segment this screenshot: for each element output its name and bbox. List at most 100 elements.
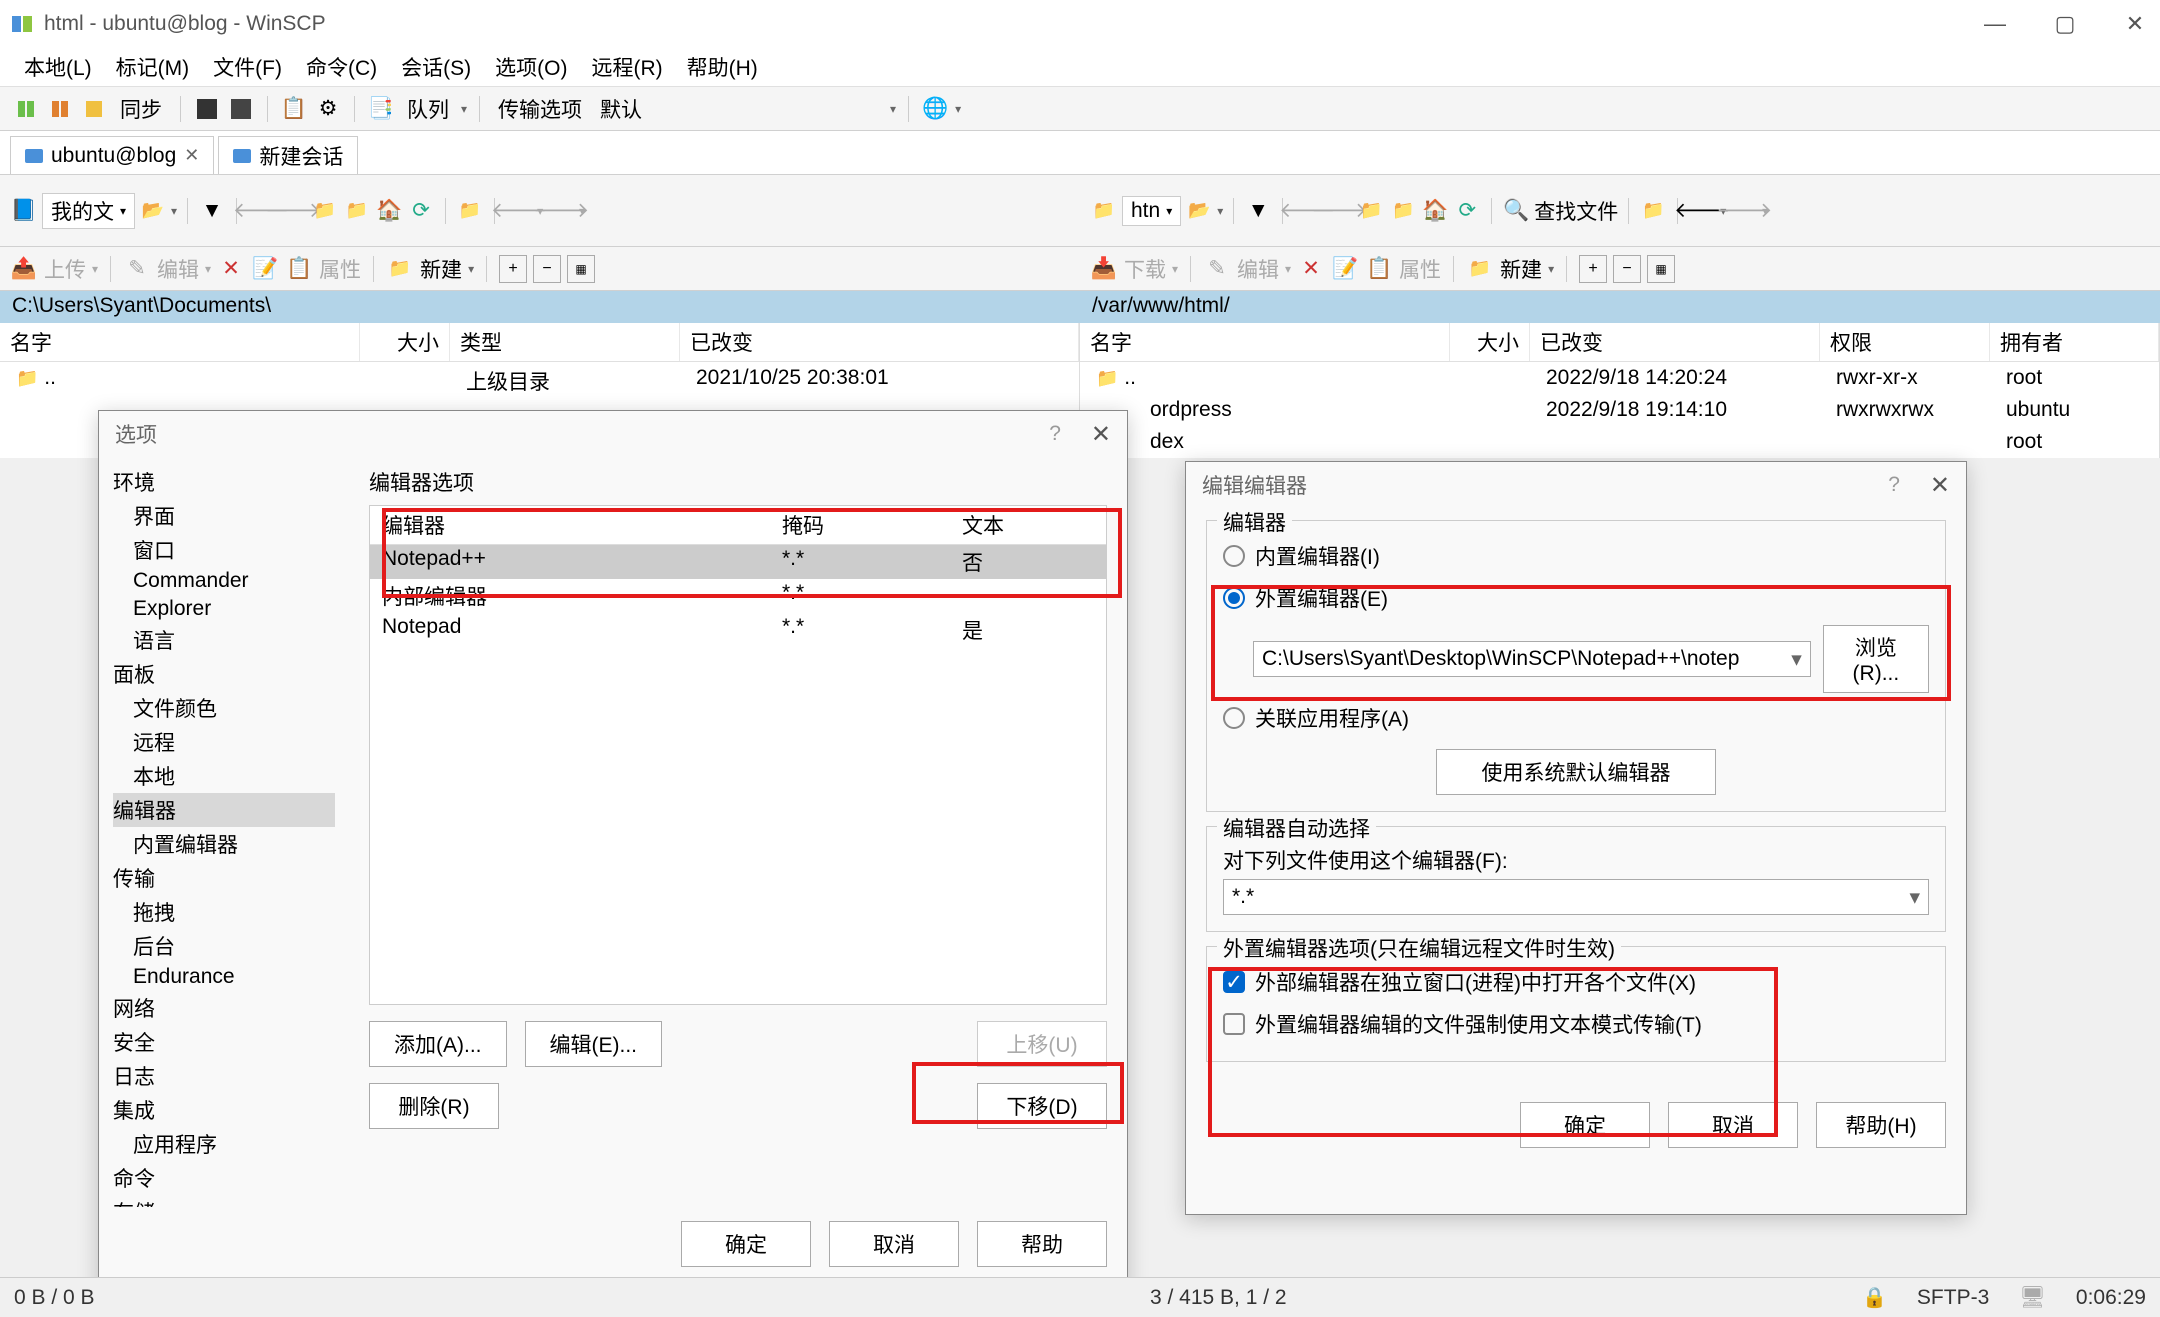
- tree-item[interactable]: 界面: [113, 499, 335, 533]
- tree-item[interactable]: 命令: [113, 1161, 335, 1195]
- tree-item[interactable]: 环境: [113, 465, 335, 499]
- new-label[interactable]: 新建: [420, 254, 462, 284]
- transfer-icon[interactable]: 🖥: [2019, 1286, 2046, 1310]
- remote-location-dropdown[interactable]: htn ▾: [1122, 196, 1181, 226]
- nav-back-icon[interactable]: 🡐: [1688, 197, 1716, 225]
- props-label[interactable]: 属性: [1399, 254, 1441, 284]
- ok-button[interactable]: 确定: [681, 1221, 811, 1267]
- bookmark-icon[interactable]: 📁: [456, 197, 484, 225]
- menu-options[interactable]: 选项(O): [489, 49, 573, 85]
- rename-icon[interactable]: 📝: [251, 255, 279, 283]
- close-icon[interactable]: ✕: [1091, 420, 1111, 449]
- list-item[interactable]: ordpress 2022/9/18 19:14:10 rwxrwxrwx ub…: [1080, 394, 2159, 426]
- sysdefault-button[interactable]: 使用系统默认编辑器: [1436, 749, 1716, 795]
- compare-icon[interactable]: [46, 95, 74, 123]
- nav-back-icon[interactable]: 🡐: [505, 197, 533, 225]
- list-item[interactable]: 📁 .. 上级目录 2021/10/25 20:38:01: [0, 362, 1079, 400]
- col-changed[interactable]: 已改变: [680, 323, 1079, 361]
- col-size[interactable]: 大小: [360, 323, 450, 361]
- delete-icon[interactable]: ✕: [1297, 255, 1325, 283]
- transfer-default[interactable]: 默认: [594, 94, 648, 124]
- editor-path-input[interactable]: C:\Users\Syant\Desktop\WinSCP\Notepad++\…: [1253, 641, 1811, 677]
- filter-icon[interactable]: ▼: [198, 197, 226, 225]
- gear-icon[interactable]: ⚙: [314, 95, 342, 123]
- lock-icon[interactable]: 🔒: [1862, 1285, 1887, 1310]
- tree-item[interactable]: 语言: [113, 623, 335, 657]
- cancel-button[interactable]: 取消: [829, 1221, 959, 1267]
- tree-item[interactable]: 传输: [113, 861, 335, 895]
- col-name[interactable]: 名字: [0, 323, 360, 361]
- edit-button[interactable]: 编辑(E)...: [525, 1021, 663, 1067]
- download-icon[interactable]: 📥: [1090, 255, 1118, 283]
- list-item[interactable]: dex root: [1080, 426, 2159, 458]
- queue-label[interactable]: 队列: [401, 94, 455, 124]
- col-type[interactable]: 类型: [450, 323, 680, 361]
- select-all-icon[interactable]: ▦: [567, 255, 595, 283]
- props-icon[interactable]: 📋: [1365, 255, 1393, 283]
- col-size[interactable]: 大小: [1450, 323, 1530, 361]
- local-location-dropdown[interactable]: 我的文 ▾: [42, 193, 135, 229]
- root-folder-icon[interactable]: 📁: [343, 197, 371, 225]
- edit-icon[interactable]: ✎: [123, 255, 151, 283]
- col-mask[interactable]: 掩码: [770, 506, 950, 544]
- up-button[interactable]: 上移(U): [977, 1021, 1107, 1067]
- col-changed[interactable]: 已改变: [1530, 323, 1820, 361]
- plus-icon[interactable]: +: [499, 255, 527, 283]
- session-tab-new[interactable]: 新建会话: [218, 136, 358, 174]
- close-icon[interactable]: ✕: [184, 145, 199, 166]
- col-name[interactable]: 名字: [1080, 323, 1450, 361]
- list-item[interactable]: 📁 .. 2022/9/18 14:20:24 rwxr-xr-x root: [1080, 362, 2159, 394]
- refresh-icon[interactable]: ⟳: [407, 197, 435, 225]
- home-icon[interactable]: 🏠: [1421, 197, 1449, 225]
- tree-item[interactable]: 后台: [113, 929, 335, 963]
- new-folder-icon[interactable]: 📁: [1466, 255, 1494, 283]
- select-all-icon[interactable]: ▦: [1647, 255, 1675, 283]
- down-button[interactable]: 下移(D): [977, 1083, 1107, 1129]
- close-button[interactable]: ✕: [2120, 11, 2150, 37]
- remote-path[interactable]: /var/www/html/: [1080, 291, 2160, 323]
- forward-icon[interactable]: 🡒: [1325, 197, 1353, 225]
- tree-item[interactable]: 网络: [113, 991, 335, 1025]
- menu-command[interactable]: 命令(C): [300, 49, 383, 85]
- minus-icon[interactable]: −: [533, 255, 561, 283]
- script-icon[interactable]: 📋: [280, 95, 308, 123]
- radio-external[interactable]: 外置编辑器(E): [1223, 577, 1929, 619]
- tree-item[interactable]: 面板: [113, 657, 335, 691]
- drive-icon[interactable]: 📘: [10, 197, 38, 225]
- edit-icon[interactable]: ✎: [1203, 255, 1231, 283]
- radio-assoc[interactable]: 关联应用程序(A): [1223, 697, 1929, 739]
- table-row[interactable]: Notepad++ *.* 否: [370, 545, 1106, 579]
- find-label[interactable]: 查找文件: [1534, 196, 1618, 226]
- col-text[interactable]: 文本: [950, 506, 1106, 544]
- local-path[interactable]: C:\Users\Syant\Documents\: [0, 291, 1080, 323]
- tree-item[interactable]: 远程: [113, 725, 335, 759]
- ok-button[interactable]: 确定: [1520, 1102, 1650, 1148]
- session-tab-active[interactable]: ubuntu@blog ✕: [10, 136, 214, 174]
- plus-icon[interactable]: +: [1579, 255, 1607, 283]
- minus-icon[interactable]: −: [1613, 255, 1641, 283]
- nav-forward-icon[interactable]: 🡒: [547, 197, 575, 225]
- bookmark-icon[interactable]: 📁: [1639, 197, 1667, 225]
- cancel-button[interactable]: 取消: [1668, 1102, 1798, 1148]
- rename-icon[interactable]: 📝: [1331, 255, 1359, 283]
- tree-item[interactable]: 拖拽: [113, 895, 335, 929]
- tree-item[interactable]: 存储: [113, 1195, 335, 1207]
- forward-icon[interactable]: 🡒: [279, 197, 307, 225]
- home-icon[interactable]: 🏠: [375, 197, 403, 225]
- tree-item[interactable]: Commander: [113, 567, 335, 595]
- download-label[interactable]: 下载: [1124, 254, 1166, 284]
- col-perm[interactable]: 权限: [1820, 323, 1990, 361]
- root-folder-icon[interactable]: 📁: [1389, 197, 1417, 225]
- up-folder-icon[interactable]: 📁: [1357, 197, 1385, 225]
- tree-item[interactable]: 集成: [113, 1093, 335, 1127]
- nav-forward-icon[interactable]: 🡒: [1730, 197, 1758, 225]
- tree-item[interactable]: 内置编辑器: [113, 827, 335, 861]
- table-row[interactable]: 内部编辑器 *.*: [370, 579, 1106, 613]
- checkbox-separate-window[interactable]: ✓ 外部编辑器在独立窗口(进程)中打开各个文件(X): [1223, 961, 1929, 1003]
- menu-help[interactable]: 帮助(H): [681, 49, 764, 85]
- open-folder-icon[interactable]: 📂: [1185, 197, 1213, 225]
- delete-button[interactable]: 删除(R): [369, 1083, 499, 1129]
- edit-label[interactable]: 编辑: [1237, 254, 1279, 284]
- remote-folder-icon[interactable]: 📁: [1090, 197, 1118, 225]
- refresh-icon[interactable]: ⟳: [1453, 197, 1481, 225]
